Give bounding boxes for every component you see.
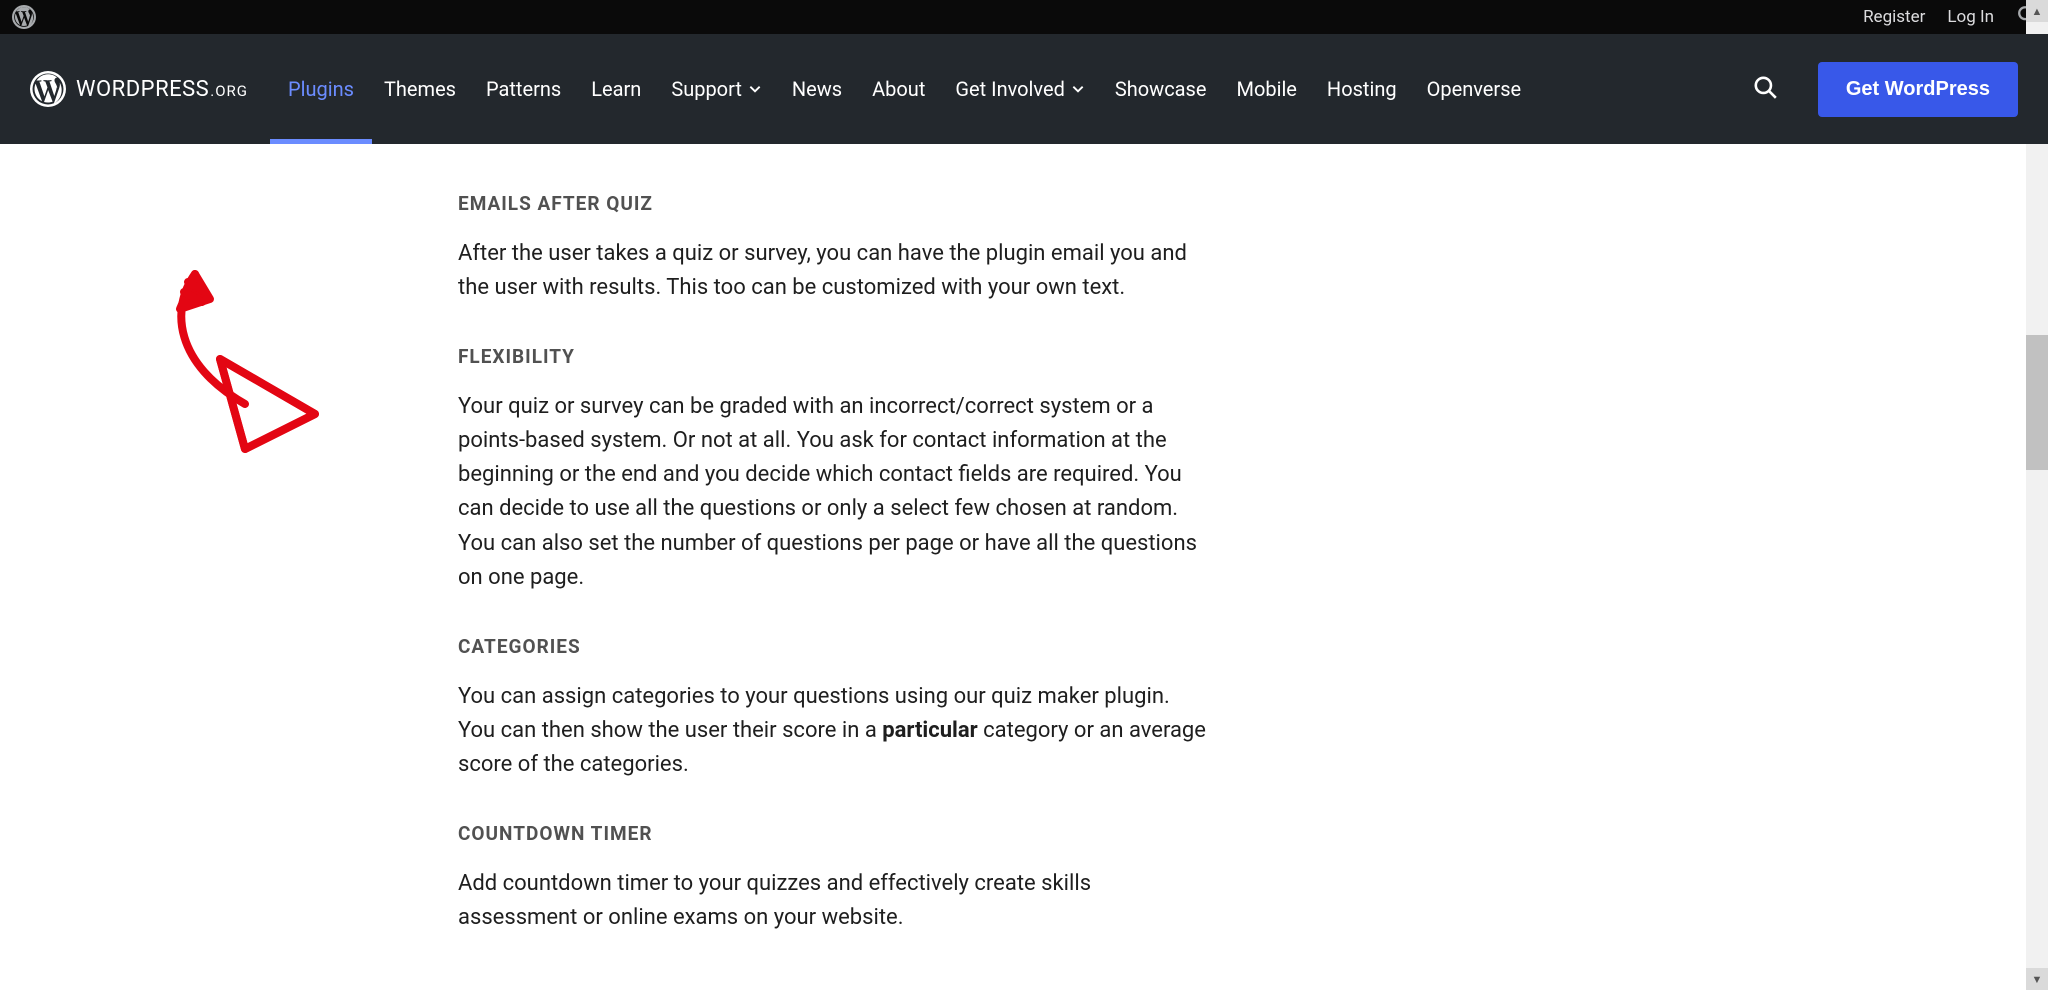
nav-mobile[interactable]: Mobile — [1236, 34, 1296, 144]
section-body-categories-strong: particular — [882, 718, 977, 743]
nav-hosting[interactable]: Hosting — [1327, 34, 1397, 144]
nav-get-involved[interactable]: Get Involved — [955, 34, 1084, 144]
nav-themes[interactable]: Themes — [384, 34, 456, 144]
site-header: WORDPRESS.ORG Plugins Themes Patterns Le… — [0, 34, 2048, 144]
nav-showcase[interactable]: Showcase — [1115, 34, 1207, 144]
page-content: EMAILS AFTER QUIZ After the user takes a… — [0, 144, 2048, 990]
wordpress-admin-icon[interactable] — [12, 5, 36, 29]
nav-learn[interactable]: Learn — [591, 34, 641, 144]
nav-plugins[interactable]: Plugins — [288, 34, 354, 144]
chevron-down-icon — [748, 82, 762, 96]
search-icon[interactable] — [1752, 74, 1778, 104]
section-title-emails: EMAILS AFTER QUIZ — [458, 192, 1208, 215]
section-title-flexibility: FLEXIBILITY — [458, 345, 1208, 368]
login-link[interactable]: Log In — [1947, 7, 1994, 27]
section-body-emails: After the user takes a quiz or survey, y… — [458, 237, 1208, 305]
get-wordpress-button[interactable]: Get WordPress — [1818, 62, 2018, 117]
nav-news[interactable]: News — [792, 34, 842, 144]
nav-openverse[interactable]: Openverse — [1427, 34, 1522, 144]
nav-patterns[interactable]: Patterns — [486, 34, 561, 144]
register-link[interactable]: Register — [1863, 7, 1925, 27]
section-title-categories: CATEGORIES — [458, 635, 1208, 658]
section-body-flexibility: Your quiz or survey can be graded with a… — [458, 390, 1208, 595]
wp-admin-bar: Register Log In — [0, 0, 2048, 34]
section-body-countdown: Add countdown timer to your quizzes and … — [458, 867, 1208, 935]
brand-text: WORDPRESS.ORG — [76, 77, 248, 102]
nav-about[interactable]: About — [872, 34, 925, 144]
scroll-up-button[interactable]: ▲ — [2026, 0, 2048, 22]
section-body-categories: You can assign categories to your questi… — [458, 680, 1208, 782]
annotation-arrow-icon — [150, 254, 340, 454]
primary-nav: Plugins Themes Patterns Learn Support Ne… — [288, 34, 1521, 144]
brand-logo[interactable]: WORDPRESS.ORG — [30, 71, 248, 107]
nav-support[interactable]: Support — [671, 34, 762, 144]
chevron-down-icon — [1071, 82, 1085, 96]
section-title-countdown: COUNTDOWN TIMER — [458, 822, 1208, 845]
